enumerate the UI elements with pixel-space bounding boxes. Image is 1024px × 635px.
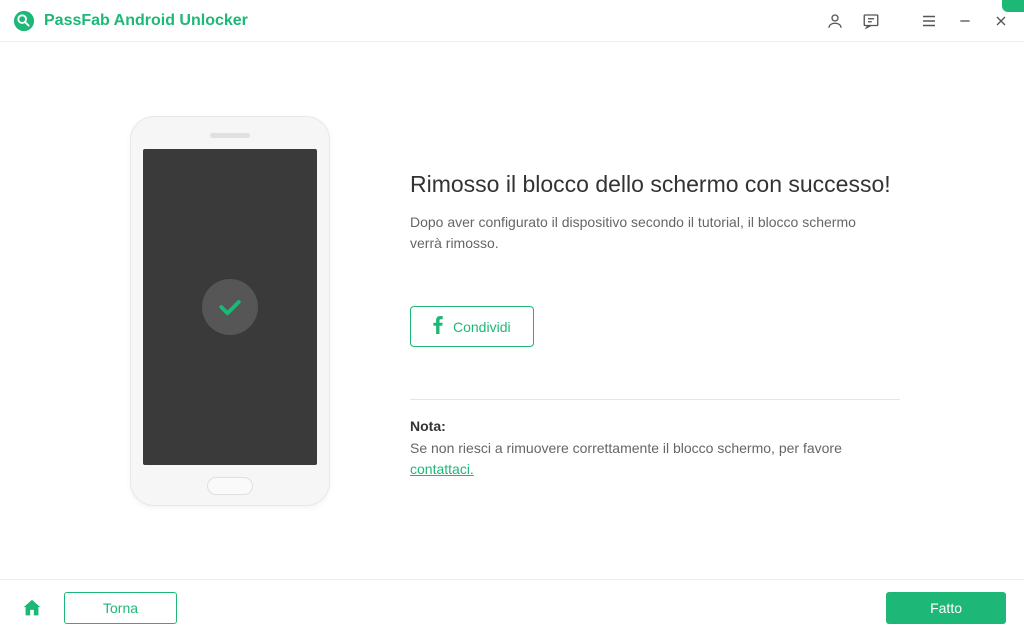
back-button[interactable]: Torna <box>64 592 177 624</box>
success-check-icon <box>202 279 258 335</box>
facebook-icon <box>433 316 443 337</box>
done-button[interactable]: Fatto <box>886 592 1006 624</box>
main-content: Rimosso il blocco dello schermo con succ… <box>0 42 1024 579</box>
feedback-icon[interactable] <box>860 10 882 32</box>
divider <box>410 399 900 400</box>
note-text: Se non riesci a rimuovere correttamente … <box>410 438 900 480</box>
phone-speaker <box>210 133 250 138</box>
success-heading: Rimosso il blocco dello schermo con succ… <box>410 171 964 198</box>
note-label: Nota: <box>410 418 964 434</box>
menu-icon[interactable] <box>918 10 940 32</box>
user-icon[interactable] <box>824 10 846 32</box>
phone-home-button <box>207 477 253 495</box>
titlebar: PassFab Android Unlocker <box>0 0 1024 42</box>
corner-accent <box>1002 0 1024 12</box>
footer: Torna Fatto <box>0 579 1024 635</box>
content-column: Rimosso il blocco dello schermo con succ… <box>410 141 964 480</box>
titlebar-right <box>824 10 1012 32</box>
minimize-icon[interactable] <box>954 10 976 32</box>
share-button[interactable]: Condividi <box>410 306 534 347</box>
app-title: PassFab Android Unlocker <box>44 12 248 30</box>
phone-screen <box>143 149 317 465</box>
note-text-content: Se non riesci a rimuovere correttamente … <box>410 440 842 456</box>
phone-illustration <box>130 116 330 506</box>
phone-illustration-column <box>60 116 330 506</box>
close-icon[interactable] <box>990 10 1012 32</box>
share-button-label: Condividi <box>453 319 511 335</box>
contact-link[interactable]: contattaci. <box>410 461 474 477</box>
success-subtext: Dopo aver configurato il dispositivo sec… <box>410 212 890 254</box>
home-icon[interactable] <box>18 594 46 622</box>
app-logo-icon <box>12 9 36 33</box>
titlebar-left: PassFab Android Unlocker <box>12 9 248 33</box>
